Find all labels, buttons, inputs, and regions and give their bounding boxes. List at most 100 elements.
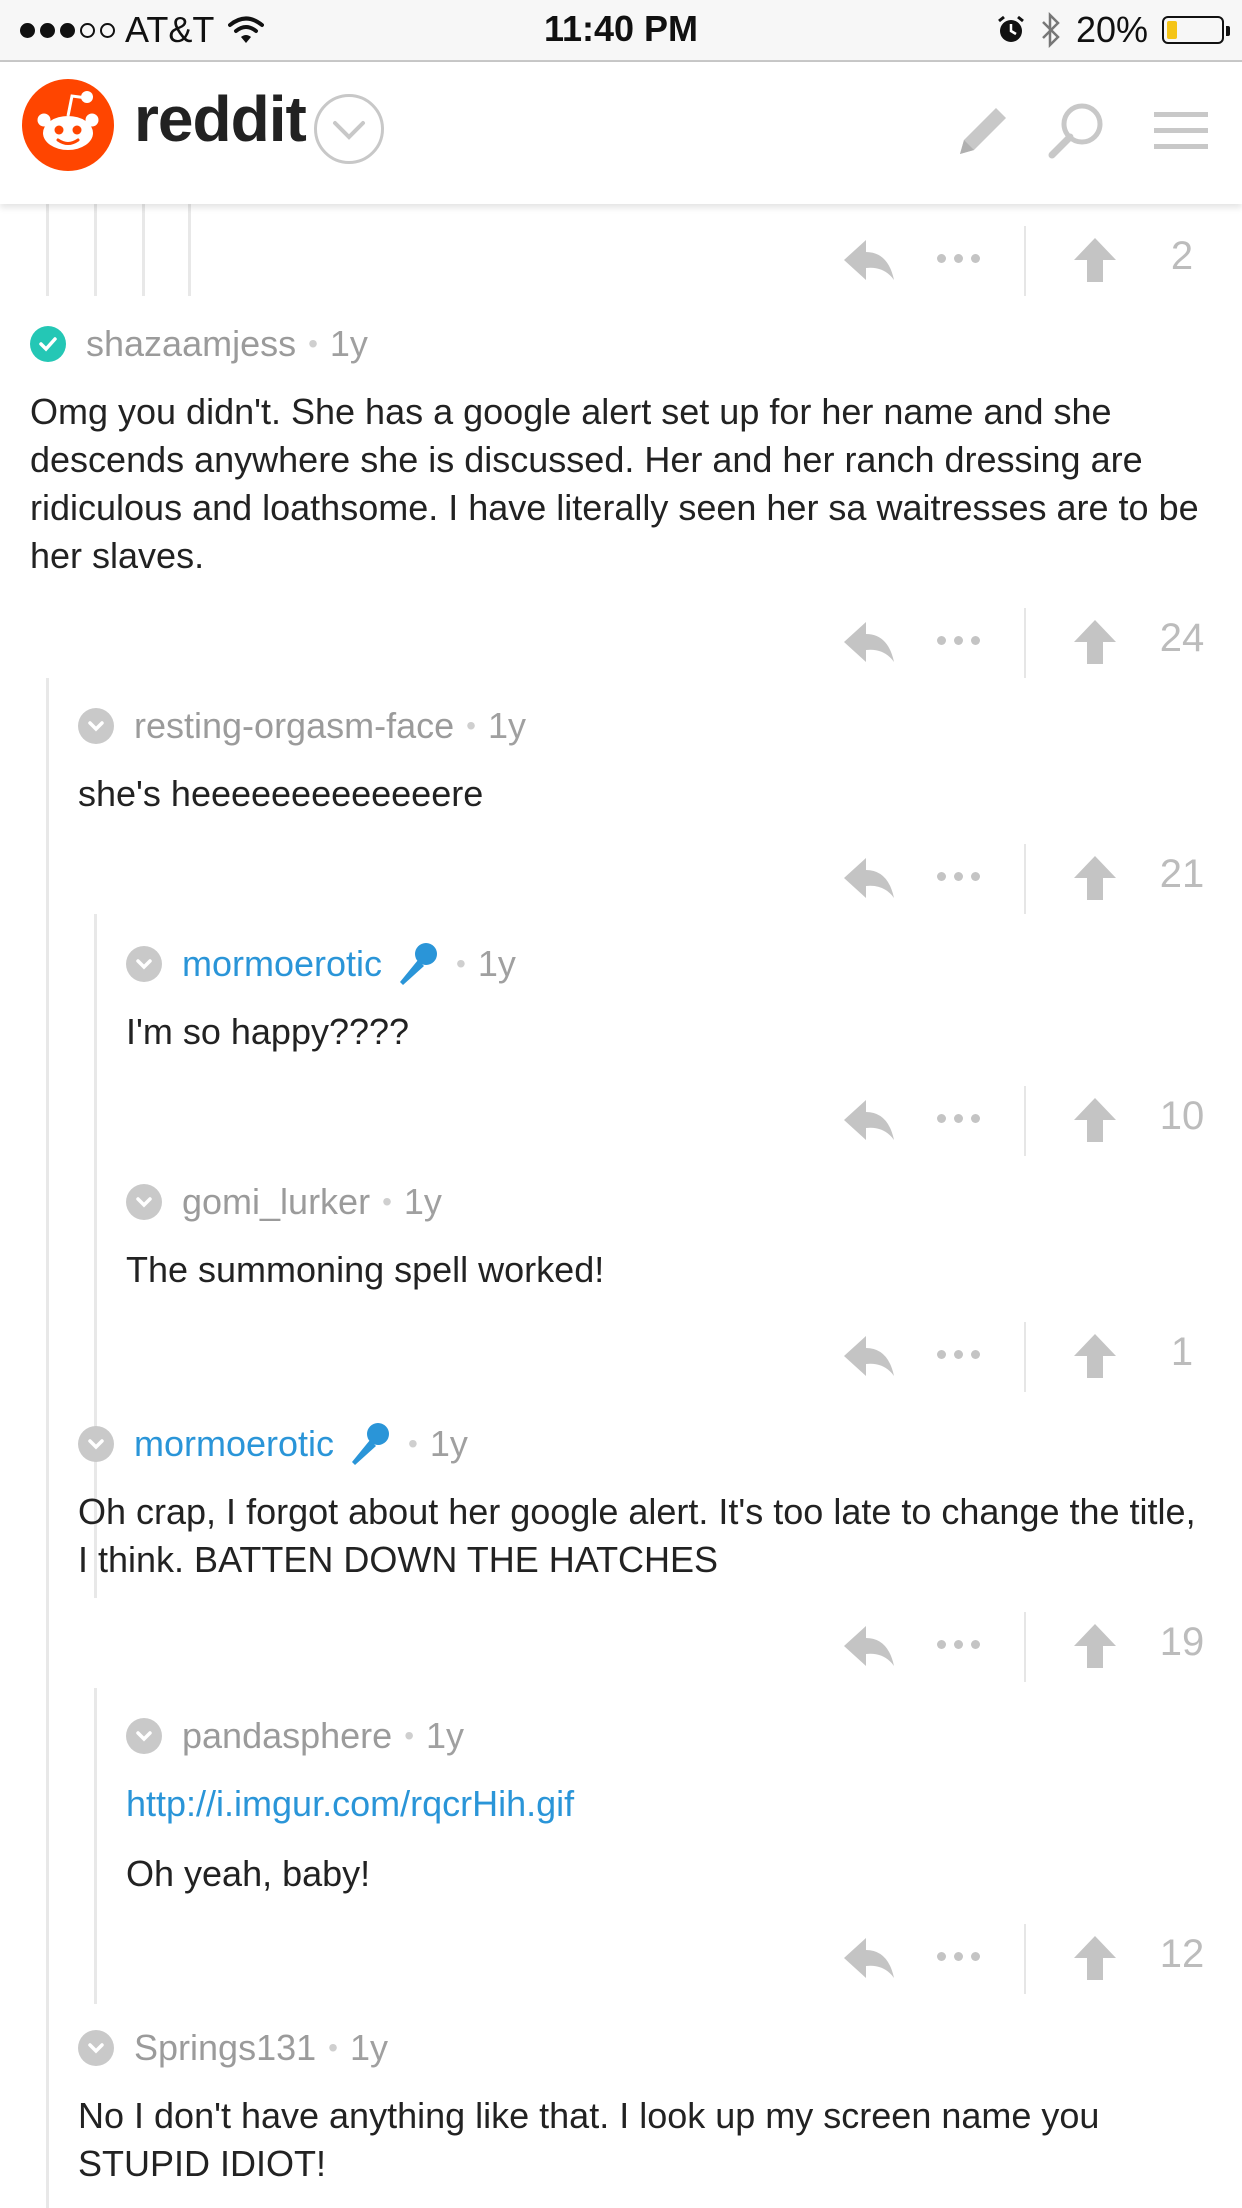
upvote-icon[interactable]	[1072, 1332, 1118, 1380]
subreddit-switcher-button[interactable]	[314, 94, 384, 164]
upvote-icon[interactable]	[1072, 236, 1118, 284]
more-options-icon[interactable]	[937, 254, 980, 263]
comment-author[interactable]: gomi_lurker	[182, 1181, 370, 1223]
reply-icon[interactable]	[842, 236, 896, 286]
comment: pandasphere • 1y http://i.imgur.com/rqcr…	[126, 1710, 1212, 1898]
comment-actions: 1	[842, 1322, 1242, 1392]
reddit-logo-icon[interactable]	[22, 79, 114, 171]
comment-actions: 10	[842, 1086, 1242, 1156]
search-icon[interactable]	[1044, 98, 1110, 164]
comment-body: Oh yeah, baby!	[126, 1853, 371, 1894]
meta-separator: •	[328, 2032, 338, 2063]
chevron-down-icon	[136, 959, 152, 970]
comment-link[interactable]: http://i.imgur.com/rqcrHih.gif	[126, 1780, 1212, 1828]
comment-meta: resting-orgasm-face • 1y	[78, 700, 1212, 752]
comment-age: 1y	[349, 2027, 388, 2068]
more-options-icon[interactable]	[937, 1114, 980, 1123]
upvote-icon[interactable]	[1072, 618, 1118, 666]
collapse-toggle[interactable]	[78, 1426, 114, 1462]
more-options-icon[interactable]	[937, 636, 980, 645]
thread-indent-line	[46, 678, 49, 2208]
comment-thread: 2 shazaamjess • 1y Omg you didn't. She h…	[0, 204, 1242, 2208]
brand-wordmark[interactable]: reddit	[134, 82, 307, 156]
score: 21	[1159, 852, 1205, 896]
more-options-icon[interactable]	[937, 1350, 980, 1359]
score: 10	[1159, 1094, 1205, 1138]
score: 24	[1159, 616, 1205, 660]
comment-body: she's heeeeeeeeeeeeere	[78, 773, 484, 814]
thread-indent-line	[94, 1688, 97, 2004]
comment-author[interactable]: shazaamjess	[86, 323, 296, 365]
upvote-icon[interactable]	[1072, 1934, 1118, 1982]
bluetooth-icon	[1042, 12, 1060, 48]
comment-meta: shazaamjess • 1y	[30, 318, 1212, 370]
action-divider	[1024, 1612, 1026, 1682]
collapse-toggle[interactable]	[78, 708, 114, 744]
meta-separator: •	[456, 948, 466, 979]
meta-separator: •	[308, 328, 318, 359]
comment-body: No I don't have anything like that. I lo…	[78, 2095, 1100, 2184]
comment-body: I'm so happy????	[126, 1011, 410, 1052]
microphone-icon	[352, 1423, 390, 1465]
chevron-down-icon	[88, 1439, 104, 1450]
score: 12	[1159, 1932, 1205, 1976]
comment-meta: mormoerotic • 1y	[126, 938, 1212, 990]
comment-age: 1y	[329, 323, 368, 364]
menu-icon[interactable]	[1148, 98, 1214, 164]
score: 2	[1170, 234, 1194, 278]
chevron-down-icon	[88, 721, 104, 732]
collapse-toggle[interactable]	[126, 946, 162, 982]
pencil-icon[interactable]	[950, 98, 1016, 164]
reply-icon[interactable]	[842, 1096, 896, 1146]
collapse-toggle[interactable]	[126, 1718, 162, 1754]
collapse-toggle[interactable]	[126, 1184, 162, 1220]
meta-separator: •	[408, 1428, 418, 1459]
upvote-icon[interactable]	[1072, 854, 1118, 902]
comment-body: Oh crap, I forgot about her google alert…	[78, 1491, 1196, 1580]
comment: resting-orgasm-face • 1y she's heeeeeeee…	[78, 700, 1212, 818]
reply-icon[interactable]	[842, 1622, 896, 1672]
more-options-icon[interactable]	[937, 1952, 980, 1961]
comment-actions: 12	[842, 1924, 1242, 1994]
upvote-icon[interactable]	[1072, 1096, 1118, 1144]
comment-actions: 21	[842, 844, 1242, 914]
more-options-icon[interactable]	[937, 1640, 980, 1649]
comment-meta: gomi_lurker • 1y	[126, 1176, 1212, 1228]
comment-author[interactable]: Springs131	[134, 2027, 316, 2069]
comment-actions: 2	[842, 226, 1242, 296]
action-divider	[1024, 608, 1026, 678]
reply-icon[interactable]	[842, 618, 896, 668]
collapse-toggle[interactable]	[30, 326, 66, 362]
score: 1	[1170, 1330, 1194, 1374]
comment-author[interactable]: mormoerotic	[182, 943, 382, 985]
collapse-toggle[interactable]	[78, 2030, 114, 2066]
battery-icon	[1162, 16, 1230, 44]
microphone-icon	[400, 943, 438, 985]
comment-age: 1y	[477, 943, 516, 984]
comment-author[interactable]: resting-orgasm-face	[134, 705, 454, 747]
upvote-icon[interactable]	[1072, 1622, 1118, 1670]
comment-age: 1y	[403, 1181, 442, 1222]
chevron-down-icon	[136, 1197, 152, 1208]
app-header: reddit	[0, 62, 1242, 204]
meta-separator: •	[404, 1720, 414, 1751]
action-divider	[1024, 844, 1026, 914]
reply-icon[interactable]	[842, 854, 896, 904]
comment-age: 1y	[426, 1715, 465, 1756]
action-divider	[1024, 1924, 1026, 1994]
thread-indent-line	[46, 204, 49, 296]
comment-age: 1y	[487, 705, 526, 746]
comment: mormoerotic • 1y I'm so happy????	[126, 938, 1212, 1056]
comment-meta: mormoerotic • 1y	[78, 1418, 1212, 1470]
reply-icon[interactable]	[842, 1332, 896, 1382]
alarm-icon	[998, 15, 1024, 42]
action-divider	[1024, 1322, 1026, 1392]
status-right: 20%	[996, 6, 1230, 54]
comment-body: The summoning spell worked!	[126, 1249, 605, 1290]
comment-author[interactable]: mormoerotic	[134, 1423, 334, 1465]
reply-icon[interactable]	[842, 1934, 896, 1984]
comment: shazaamjess • 1y Omg you didn't. She has…	[30, 318, 1212, 580]
more-options-icon[interactable]	[937, 872, 980, 881]
meta-separator: •	[382, 1186, 392, 1217]
comment-author[interactable]: pandasphere	[182, 1715, 392, 1757]
